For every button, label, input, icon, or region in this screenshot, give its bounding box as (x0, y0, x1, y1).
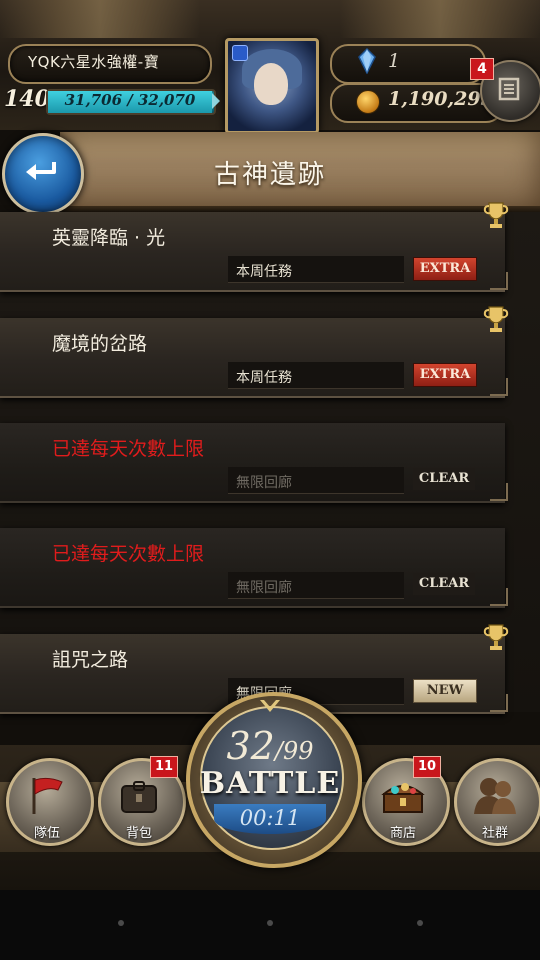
quest-type: 本周任務 (236, 264, 292, 280)
new-tag: NEW (413, 679, 477, 703)
daily-limit-text: 已達每天次數上限 (52, 438, 205, 460)
menu-notification-badge: 4 (470, 58, 494, 80)
hud-ornament-left (0, 0, 200, 38)
coin-icon (356, 90, 380, 114)
trophy-icon (483, 306, 509, 332)
system-home-dot[interactable] (267, 920, 273, 926)
quest-row-3[interactable]: 已達每天次數上限 無限回廊 CLEAR (0, 423, 508, 503)
clear-tag: CLEAR (413, 573, 475, 595)
diamond-icon (358, 48, 376, 74)
quest-name: 詛咒之路 (52, 649, 129, 671)
gem-count: 1 (388, 50, 401, 72)
stamina-arrow-icon (212, 93, 220, 109)
trophy-icon (483, 202, 509, 228)
row-corner-ornament (490, 272, 508, 290)
battle-count-current: 32 (226, 724, 275, 768)
player-level: 140 (4, 86, 50, 112)
nav-social-label: 社群 (481, 826, 508, 841)
gem-counter[interactable] (330, 44, 486, 84)
quest-row-1[interactable]: 英靈降臨 · 光 本周任務 EXTRA (0, 212, 508, 292)
trophy-icon (483, 624, 509, 650)
shop-badge: 10 (413, 756, 441, 778)
battle-timer: 00:11 (239, 806, 301, 830)
element-badge-icon (232, 45, 248, 61)
leader-avatar[interactable] (225, 38, 319, 134)
system-back-dot[interactable] (118, 920, 124, 926)
flag-icon (32, 777, 63, 814)
quest-type: 無限回廊 (236, 580, 292, 596)
quest-name: 英靈降臨 · 光 (52, 227, 166, 249)
row-corner-ornament (490, 588, 508, 606)
nav-team-label: 隊伍 (33, 826, 60, 841)
quest-row-2[interactable]: 魔境的岔路 本周任務 EXTRA (0, 318, 508, 398)
back-arrow-icon (26, 162, 56, 180)
avatar-face (254, 63, 288, 105)
hud-ornament-right (340, 0, 540, 38)
battle-count: 32/99 (186, 724, 354, 768)
menu-book-icon (498, 77, 520, 101)
people-icon (474, 778, 516, 814)
quest-type: 本周任務 (236, 370, 292, 386)
system-recent-dot[interactable] (417, 920, 423, 926)
row-corner-ornament (490, 694, 508, 712)
row-corner-ornament (490, 483, 508, 501)
extra-tag: EXTRA (413, 257, 477, 281)
backpack-badge: 11 (150, 756, 178, 778)
quest-row-4[interactable]: 已達每天次數上限 無限回廊 CLEAR (0, 528, 508, 608)
coin-count: 1,190,295 (388, 88, 494, 110)
daily-limit-text: 已達每天次數上限 (52, 543, 205, 565)
stamina-text: 31,706 / 32,070 (64, 91, 196, 109)
player-name: YQK六星水強權-寶 (28, 53, 160, 71)
battle-label: BATTLE (199, 766, 341, 801)
nav-backpack-label: 背包 (125, 826, 152, 841)
backpack-icon (121, 781, 157, 813)
chevron-down-icon (260, 700, 280, 712)
row-corner-ornament (490, 378, 508, 396)
clear-tag: CLEAR (413, 468, 475, 490)
treasure-chest-icon (381, 783, 425, 813)
battle-count-max: /99 (274, 737, 314, 765)
page-title: 古神遺跡 (213, 160, 326, 190)
nav-shop-label: 商店 (389, 826, 416, 841)
quest-type: 無限回廊 (236, 475, 292, 491)
extra-tag: EXTRA (413, 363, 477, 387)
quest-name: 魔境的岔路 (52, 333, 148, 355)
